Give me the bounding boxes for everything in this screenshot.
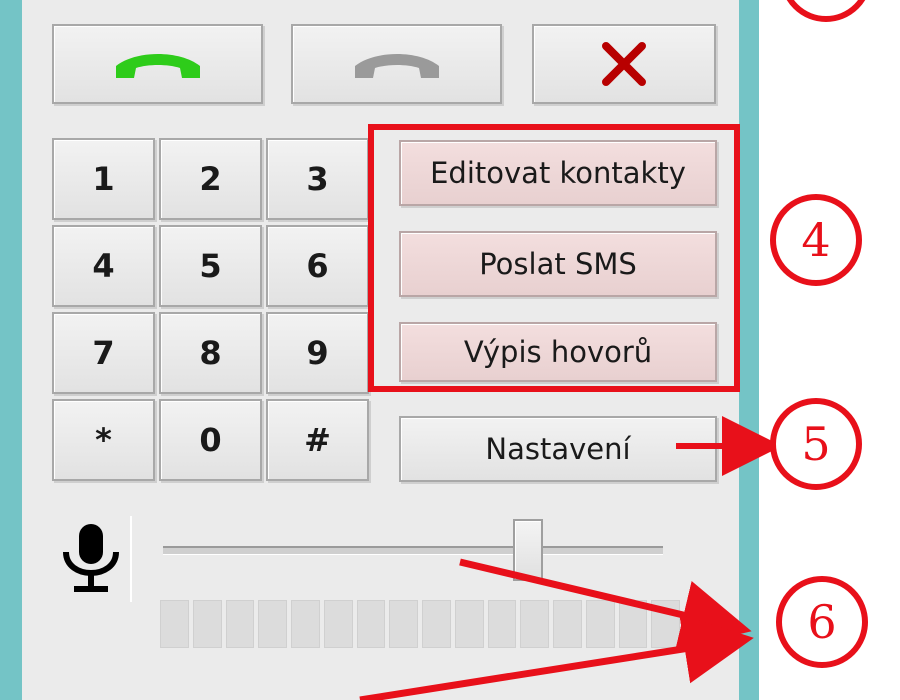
mic-level-meter [160,600,680,648]
level-segment [520,600,549,648]
window-border-right [739,0,759,700]
level-segment [258,600,287,648]
annotation-badge-5: 5 [770,398,862,490]
keypad-key-4[interactable]: 4 [52,225,155,307]
keypad-key-5[interactable]: 5 [159,225,262,307]
keypad-key-hash[interactable]: # [266,399,369,481]
mic-volume-slider-thumb[interactable] [513,519,543,581]
close-icon [602,42,646,86]
level-segment [389,600,418,648]
keypad-key-2[interactable]: 2 [159,138,262,220]
mic-volume-slider-track[interactable] [163,546,663,555]
keypad-key-1[interactable]: 1 [52,138,155,220]
keypad-key-3[interactable]: 3 [266,138,369,220]
microphone-icon [63,524,119,592]
level-segment [454,600,484,648]
level-segment [618,600,648,648]
keypad-key-0[interactable]: 0 [159,399,262,481]
level-segment [192,600,222,648]
keypad-key-9[interactable]: 9 [266,312,369,394]
keypad-key-6[interactable]: 6 [266,225,369,307]
level-segment [585,600,615,648]
hangup-call-button[interactable] [291,24,502,104]
keypad-key-8[interactable]: 8 [159,312,262,394]
annotation-badge-partial [780,0,872,22]
level-segment [651,600,680,648]
settings-button[interactable]: Nastavení [399,416,717,482]
phone-hangup-icon [354,54,439,78]
keypad-key-7[interactable]: 7 [52,312,155,394]
level-segment [225,600,255,648]
window-border-left [0,0,22,700]
close-button[interactable] [532,24,716,104]
annotation-badge-6: 6 [776,576,868,668]
level-segment [422,600,451,648]
annotation-badge-4: 4 [770,194,862,286]
level-segment [356,600,386,648]
keypad-key-star[interactable]: * [52,399,155,481]
level-segment [487,600,517,648]
phone-answer-icon [115,54,200,78]
answer-call-button[interactable] [52,24,263,104]
level-segment [323,600,353,648]
annotation-highlight-box [368,124,740,392]
level-segment [291,600,320,648]
level-segment [160,600,189,648]
microphone-toggle[interactable] [52,516,132,602]
level-segment [553,600,582,648]
